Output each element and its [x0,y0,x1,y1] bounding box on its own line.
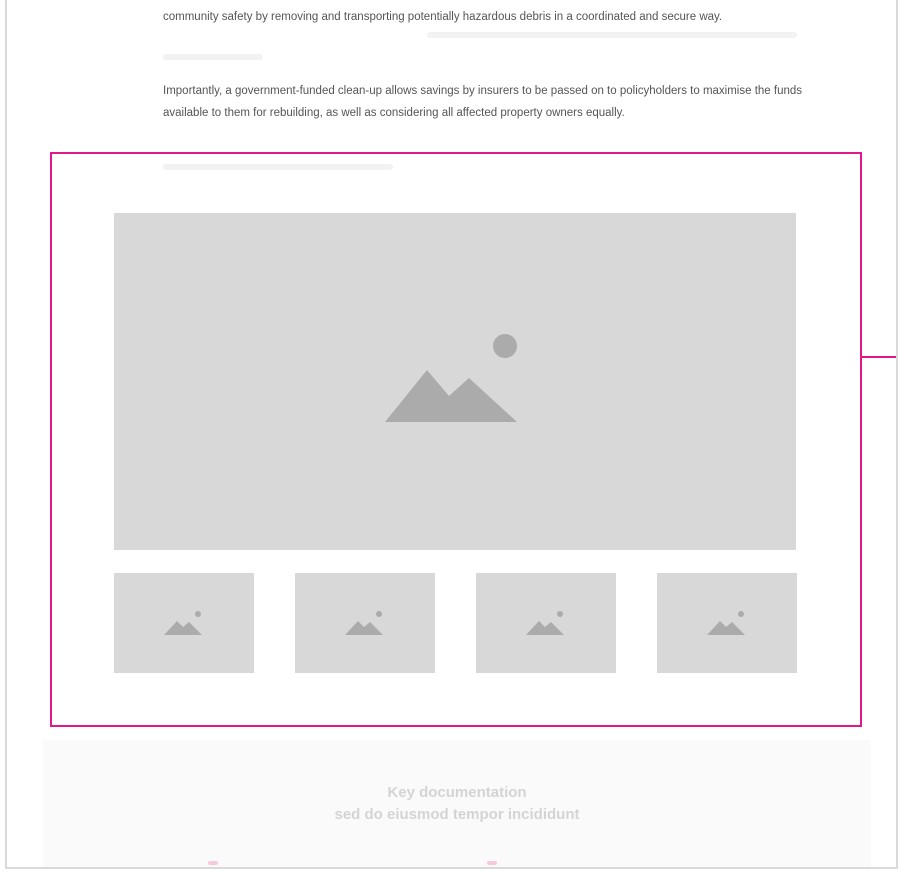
main-image-placeholder[interactable] [114,213,796,550]
image-placeholder-icon [526,611,564,635]
image-placeholder-icon [707,611,745,635]
image-placeholder-icon [345,611,383,635]
faded-link-mark [208,861,218,865]
faded-link-mark [487,861,497,865]
faded-text-line [163,54,263,60]
key-documentation-section: Key documentation sed do eiusmod tempor … [43,740,871,867]
gallery-thumbnail-1[interactable] [114,573,254,673]
body-paragraph-2: Importantly, a government-funded clean-u… [163,85,803,119]
annotation-connector-line [862,356,896,358]
section-subtitle: sed do eiusmod tempor incididunt [334,806,580,823]
image-placeholder-icon [385,333,517,422]
gallery-thumbnail-3[interactable] [476,573,616,673]
body-paragraph-1: community safety by removing and transpo… [163,11,723,23]
section-title: Key documentation [387,784,527,801]
faded-text-line [427,32,797,38]
gallery-thumbnail-2[interactable] [295,573,435,673]
wireframe-page: community safety by removing and transpo… [5,0,898,869]
gallery-thumbnail-4[interactable] [657,573,797,673]
image-placeholder-icon [164,611,202,635]
